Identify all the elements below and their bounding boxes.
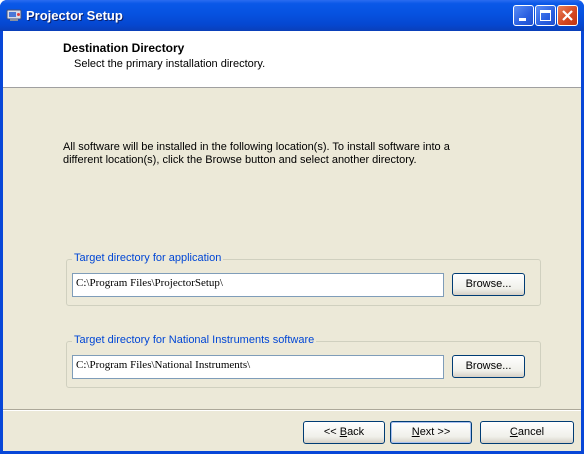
minimize-button[interactable] [513,5,534,26]
dialog-body: Destination Directory Select the primary… [3,31,581,451]
wizard-header: Destination Directory Select the primary… [3,31,581,88]
ni-directory-input[interactable]: C:\Program Files\National Instruments\ [72,355,444,379]
back-label-pre: << [323,426,340,438]
window-title: Projector Setup [26,8,123,23]
maximize-icon [540,10,551,21]
footer-divider [3,409,581,411]
next-label-post: ext >> [419,426,451,438]
ni-directory-group: Target directory for National Instrument… [66,334,541,388]
instruction-text: All software will be installed in the fo… [63,141,450,166]
app-browse-button[interactable]: Browse... [452,273,525,296]
ni-browse-button[interactable]: Browse... [452,355,525,378]
app-directory-input[interactable]: C:\Program Files\ProjectorSetup\ [72,273,444,297]
close-icon [562,10,573,21]
title-bar[interactable]: Projector Setup [0,0,584,31]
app-icon [6,9,22,21]
ni-directory-label: Target directory for National Instrument… [72,334,317,346]
cancel-label-post: ancel [517,426,545,438]
page-subtitle: Select the primary installation director… [74,58,266,70]
cancel-button[interactable]: Cancel [480,421,574,444]
next-mnemonic: N [411,426,420,438]
app-directory-label: Target directory for application [72,252,224,264]
minimize-icon [519,18,526,21]
cancel-mnemonic: C [509,426,518,438]
page-title: Destination Directory [63,41,185,55]
back-mnemonic: B [339,426,348,438]
maximize-button[interactable] [535,5,556,26]
next-button[interactable]: Next >> [390,421,472,444]
app-directory-group: Target directory for application C:\Prog… [66,252,541,306]
back-button[interactable]: << Back [303,421,385,444]
back-label-post: ack [347,426,365,438]
close-button[interactable] [557,5,578,26]
setup-window: Projector Setup Destination Directory Se… [0,0,584,454]
